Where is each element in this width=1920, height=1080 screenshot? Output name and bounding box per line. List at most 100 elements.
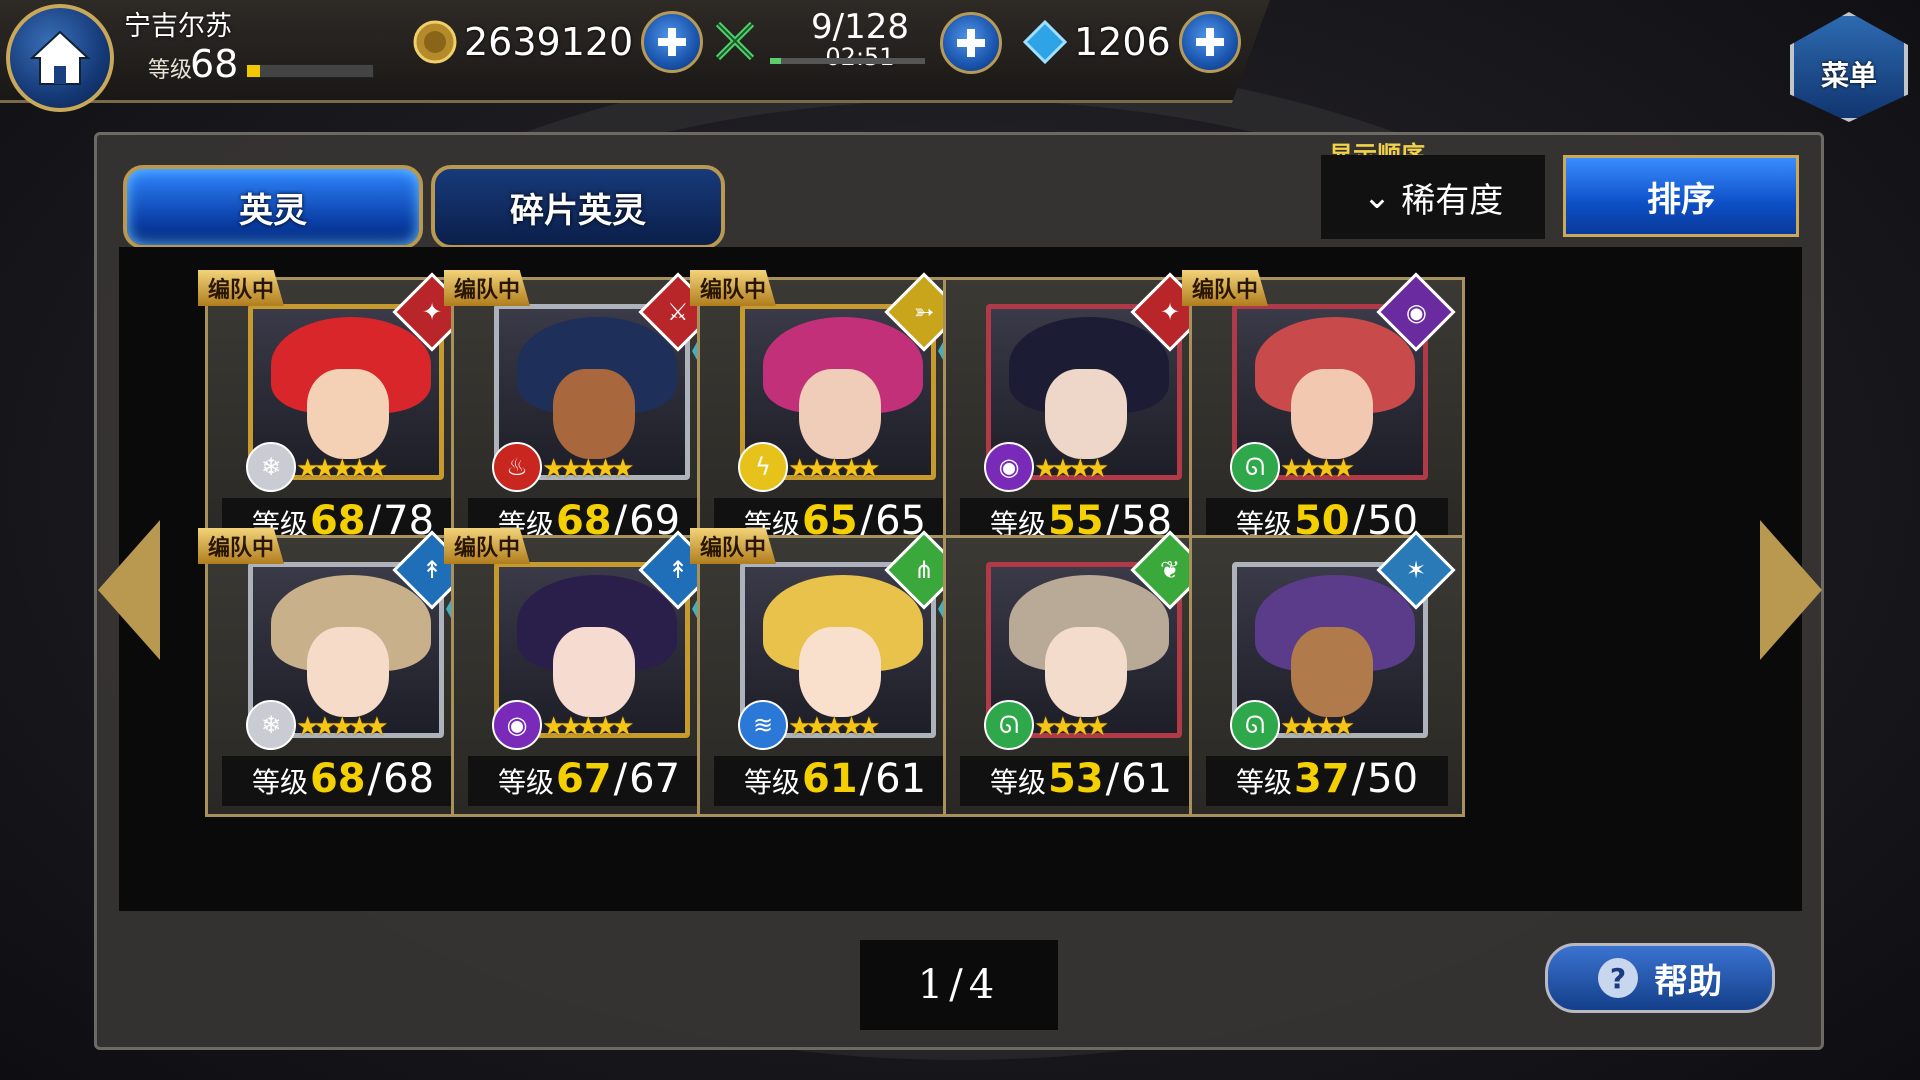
rarity-stars: ★★★★	[1034, 712, 1109, 742]
element-icon: ❄	[246, 442, 296, 492]
in-team-tag: 编队中	[444, 528, 531, 564]
hero-card[interactable]: ★★★★★ ✦ ❄ 编队中 等级 68/78	[198, 270, 481, 559]
add-gold-button[interactable]	[641, 11, 704, 73]
gold-amount: 2639120	[464, 20, 634, 64]
in-team-tag: 编队中	[1182, 270, 1269, 306]
hero-card[interactable]: ★★★★ ✶ ᘏ 等级 37/50	[1189, 530, 1465, 817]
stamina-swords-icon	[710, 16, 760, 66]
exp-bar-fill	[247, 65, 260, 77]
rarity-stars: ★★★★★	[788, 712, 881, 742]
hero-card[interactable]: ★★★★ ❦ ᘏ 等级 53/61	[943, 530, 1219, 817]
level-separator: /	[1105, 756, 1120, 802]
hero-card[interactable]: ★★★★★↟◉📖编队中等级67/67	[444, 528, 748, 817]
player-name: 宁吉尔苏	[124, 11, 232, 42]
level-prefix: 等级	[989, 766, 1046, 799]
hero-card[interactable]: ★★★★★⚔♨📖编队中等级68/69	[444, 270, 748, 559]
sort-order-select[interactable]: ⌄ 稀有度	[1321, 155, 1545, 239]
in-team-tag: 编队中	[444, 270, 531, 306]
level-max: 61	[1121, 756, 1173, 802]
stamina-bar-fill	[770, 58, 781, 64]
gold-group: 2639120	[410, 11, 704, 73]
sort-button[interactable]: 排序	[1563, 155, 1799, 237]
tab-shard-heroes[interactable]: 碎片英灵	[431, 165, 725, 249]
hero-card[interactable]: ★★★★★↟❄📖编队中等级68/68	[198, 528, 502, 817]
level-current: 68	[309, 756, 366, 802]
level-current: 67	[555, 756, 612, 802]
hero-level: 等级 37/50	[1206, 756, 1448, 806]
rarity-stars: ★★★★	[1034, 454, 1109, 484]
hero-level: 等级 68/68	[222, 756, 464, 806]
in-team-tag: 编队中	[198, 270, 285, 306]
help-button[interactable]: ? 帮助	[1545, 943, 1775, 1013]
player-level-label: 等级	[148, 58, 193, 83]
menu-button[interactable]: 菜单	[1790, 12, 1908, 122]
gems-group: 1206	[1020, 11, 1241, 73]
hero-face	[553, 369, 635, 459]
level-separator: /	[1351, 756, 1366, 802]
level-prefix: 等级	[743, 766, 800, 799]
hero-card[interactable]: ★★★★ ✦ ◉ 等级 55/58	[943, 272, 1219, 559]
prev-page-arrow[interactable]	[98, 520, 160, 660]
element-icon: ≋	[738, 700, 788, 750]
stamina-bar	[770, 58, 925, 64]
player-level: 68	[190, 42, 239, 86]
hero-face	[553, 627, 635, 717]
add-gems-button[interactable]	[1178, 11, 1241, 73]
menu-label: 菜单	[1820, 59, 1877, 92]
chevron-down-icon: ⌄	[1362, 177, 1392, 217]
hero-face	[307, 369, 389, 459]
home-icon	[29, 30, 91, 85]
gems-amount: 1206	[1074, 20, 1171, 64]
hero-level: 等级 53/61	[960, 756, 1202, 806]
sort-order-value: 稀有度	[1401, 180, 1504, 221]
hero-face	[799, 627, 881, 717]
element-icon: ᘏ	[984, 700, 1034, 750]
hero-face	[1045, 627, 1127, 717]
in-team-tag: 编队中	[690, 528, 777, 564]
level-max: 50	[1367, 756, 1419, 802]
hero-face	[307, 627, 389, 717]
hero-card[interactable]: ★★★★ ◉ ᘏ 编队中 等级 50/50	[1182, 270, 1465, 559]
level-prefix: 等级	[251, 766, 308, 799]
hero-level: 等级 67/67	[468, 756, 710, 806]
level-current: 37	[1293, 756, 1350, 802]
stamina-timer: 02:51	[825, 43, 895, 71]
element-icon: ◉	[984, 442, 1034, 492]
level-current: 61	[801, 756, 858, 802]
level-separator: /	[613, 756, 628, 802]
rarity-stars: ★★★★★	[542, 712, 635, 742]
next-page-arrow[interactable]	[1760, 520, 1822, 660]
element-icon: ❄	[246, 700, 296, 750]
level-prefix: 等级	[1235, 766, 1292, 799]
hero-face	[1291, 369, 1373, 459]
plus-icon	[1195, 28, 1224, 56]
page-total: 4	[968, 962, 1001, 1008]
hero-level: 等级 61/61	[714, 756, 956, 806]
rarity-stars: ★★★★	[1280, 454, 1355, 484]
hero-grid: ★★★★★✦❄编队中等级68/78★★★★★⚔♨📖编队中等级68/69★★★★★…	[119, 247, 1802, 911]
plus-icon	[957, 29, 985, 57]
level-max: 67	[629, 756, 681, 802]
element-icon: ᘏ	[1230, 442, 1280, 492]
page-separator: /	[949, 962, 969, 1008]
element-icon: ϟ	[738, 442, 788, 492]
hero-face	[1045, 369, 1127, 459]
rarity-stars: ★★★★★	[542, 454, 635, 484]
hero-card[interactable]: ★★★★★➳ϟ📖编队中等级65/65	[690, 270, 994, 559]
exp-bar	[246, 64, 374, 78]
rarity-stars: ★★★★★	[296, 454, 389, 484]
home-button[interactable]	[6, 4, 114, 112]
hero-face	[799, 369, 881, 459]
level-current: 53	[1047, 756, 1104, 802]
element-icon: ◉	[492, 700, 542, 750]
rarity-stars: ★★★★	[1280, 712, 1355, 742]
add-stamina-button[interactable]	[940, 12, 1002, 74]
tab-heroes[interactable]: 英灵	[123, 165, 423, 249]
level-separator: /	[367, 756, 382, 802]
level-max: 61	[875, 756, 927, 802]
gold-coin-icon	[410, 17, 460, 67]
help-label: 帮助	[1654, 961, 1722, 1002]
hero-face	[1291, 627, 1373, 717]
in-team-tag: 编队中	[198, 528, 285, 564]
hero-card[interactable]: ★★★★★⋔≋📖编队中等级61/61	[690, 528, 994, 817]
